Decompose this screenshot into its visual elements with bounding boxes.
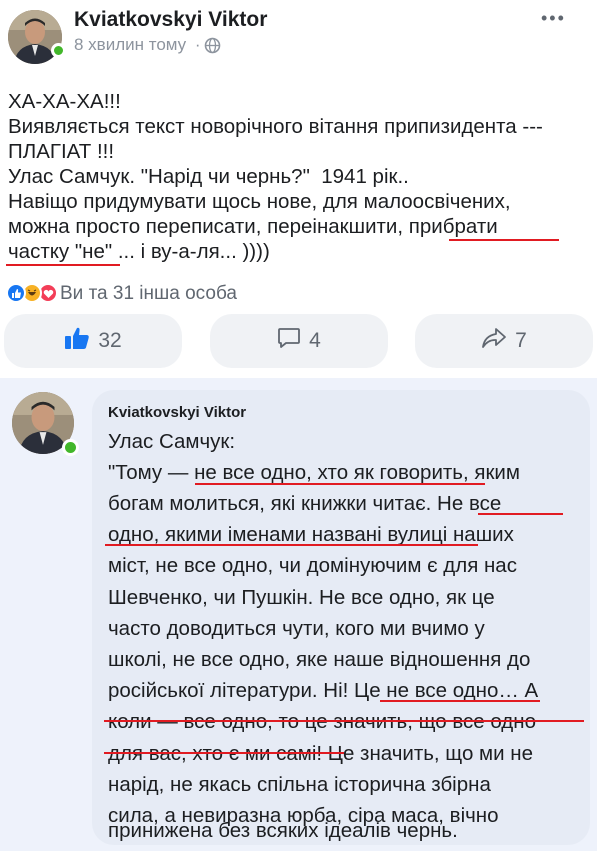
highlight-underline bbox=[104, 752, 344, 754]
comment-line-8: школі, не все одно, яке наше відношення … bbox=[108, 648, 531, 671]
post-line-5: Навіщо придумувати щось нове, для малоос… bbox=[8, 190, 511, 213]
highlight-underline bbox=[449, 239, 559, 241]
post-line-6: можна просто переписати, переінакшити, п… bbox=[8, 215, 498, 238]
share-button[interactable]: 7 bbox=[415, 314, 593, 368]
comment-line-3: богам молиться, які книжки читає. Не все bbox=[108, 492, 502, 515]
comment-line-5: міст, не все одно, чи домінуючим є для н… bbox=[108, 554, 517, 577]
highlight-underline bbox=[380, 700, 540, 702]
like-count: 32 bbox=[98, 329, 122, 352]
post-line-3: ПЛАГІАТ !!! bbox=[8, 140, 115, 163]
comment-author-name[interactable]: Kviatkovskyi Viktor bbox=[108, 404, 246, 421]
reactions-summary[interactable]: Ви та 31 інша особа bbox=[60, 283, 237, 305]
online-status-dot bbox=[51, 43, 66, 58]
comment-line-14: принижена без всяких ідеалів чернь. bbox=[108, 819, 458, 842]
post-line-4: Улас Самчук. "Нарід чи чернь?" 1941 рік.… bbox=[8, 165, 409, 188]
post-author-name[interactable]: Kviatkovskyi Viktor bbox=[74, 8, 267, 32]
post-line-2: Виявляється текст новорічного вітання пр… bbox=[8, 115, 543, 138]
like-reaction-icon bbox=[6, 283, 26, 303]
online-status-dot bbox=[62, 439, 79, 456]
globe-icon bbox=[204, 37, 221, 59]
comment-line-6: Шевченко, чи Пушкін. Не все одно, як це bbox=[108, 586, 495, 609]
separator-dot: · bbox=[194, 35, 201, 54]
highlight-underline bbox=[104, 720, 584, 722]
highlight-underline bbox=[478, 513, 563, 515]
comment-line-12: нарід, не якась спільна історична збірна bbox=[108, 773, 491, 796]
share-icon bbox=[481, 327, 507, 355]
thumbs-up-icon bbox=[64, 326, 90, 356]
comment-line-1: Улас Самчук: bbox=[108, 430, 236, 453]
post-line-7: частку "не" ... і ву-а-ля... )))) bbox=[8, 240, 270, 263]
comment-button[interactable]: 4 bbox=[210, 314, 388, 368]
highlight-underline bbox=[195, 483, 485, 485]
comment-count: 4 bbox=[309, 329, 321, 352]
post-timestamp[interactable]: 8 хвилин тому · bbox=[74, 35, 205, 55]
like-button[interactable]: 32 bbox=[4, 314, 182, 368]
comment-line-7: часто доводиться чути, кого ми вчимо у bbox=[108, 617, 485, 640]
post-time[interactable]: 8 хвилин тому bbox=[74, 35, 186, 54]
more-options-button[interactable]: ••• bbox=[541, 8, 566, 29]
post-line-1: ХА-ХА-ХА!!! bbox=[8, 90, 121, 113]
highlight-underline bbox=[6, 264, 120, 266]
share-count: 7 bbox=[515, 329, 527, 352]
highlight-underline bbox=[105, 544, 478, 546]
comment-icon bbox=[277, 326, 301, 356]
